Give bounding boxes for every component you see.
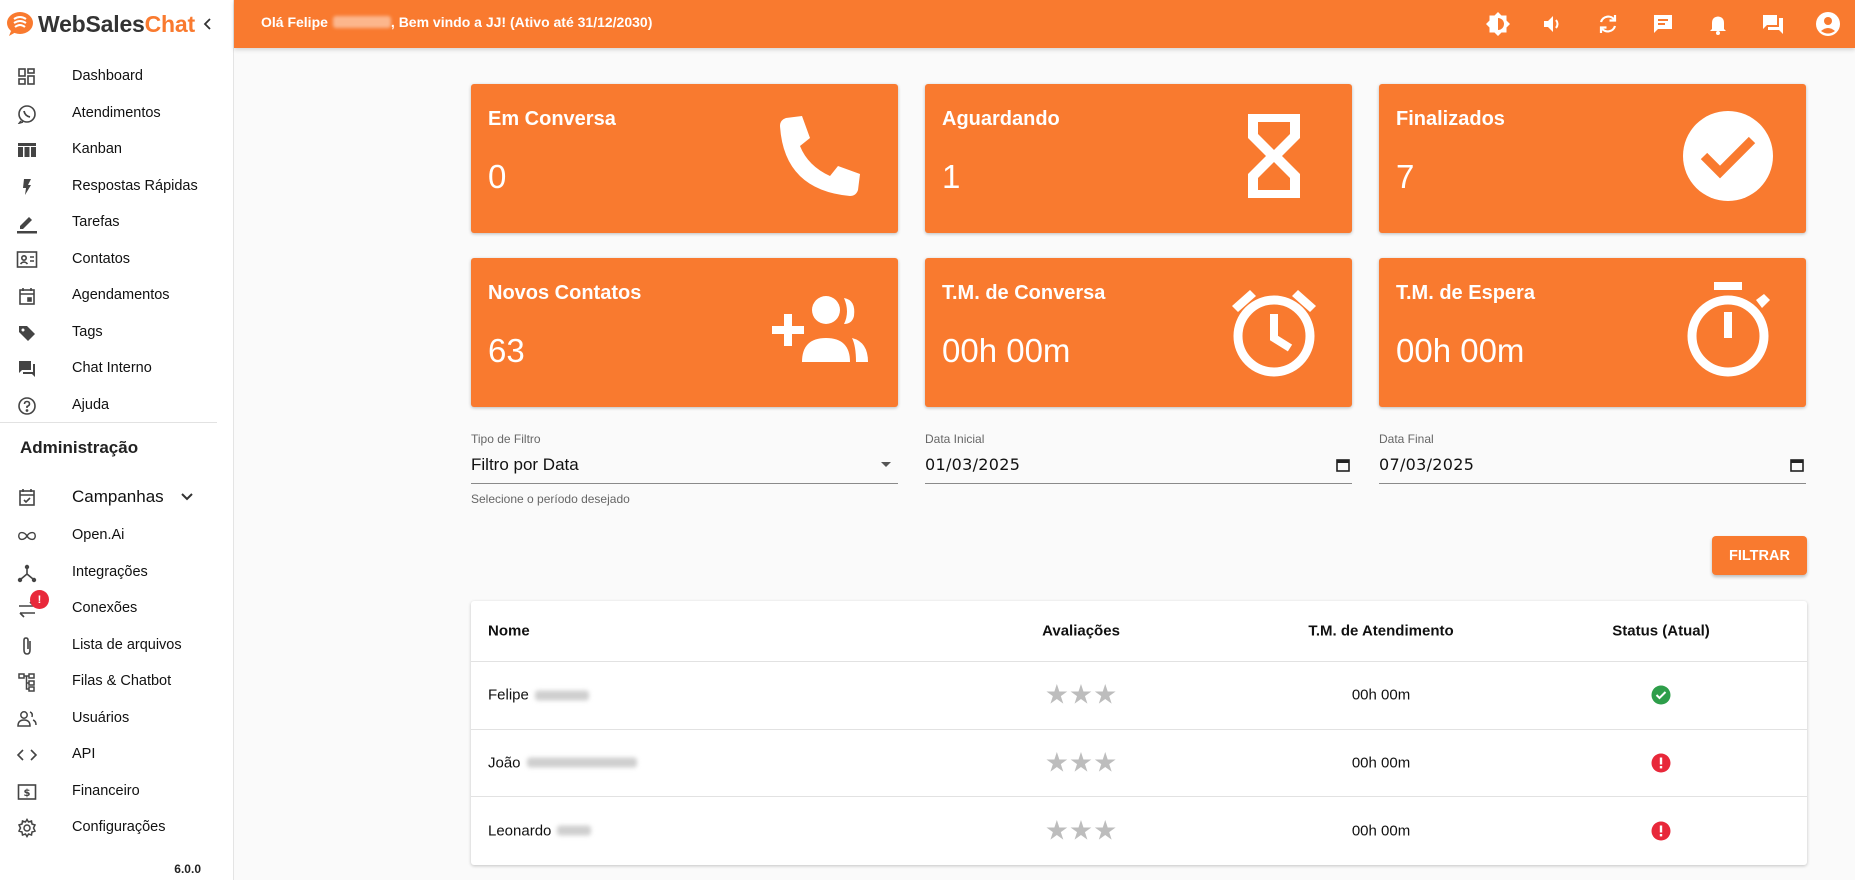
chat-icon[interactable] [1745,0,1800,48]
dropdown-arrow-icon [881,461,891,467]
collapse-sidebar-button[interactable] [196,12,220,36]
end-date-field[interactable]: Data Final 07/03/2025 [1379,432,1806,484]
menu-divider [0,422,217,423]
sidebar-item-tarefas[interactable]: Tarefas [0,204,217,241]
filter-type-value[interactable]: Filtro por Data [471,452,898,484]
sidebar: WebSalesChat Dashboard Atendimentos Kanb… [0,0,234,880]
sidebar-item-financeiro[interactable]: $ Financeiro [0,773,217,810]
top-bar: Olá Felipe , Bem vindo a JJ! (Ativo até … [234,0,1855,48]
sidebar-item-integracoes[interactable]: Integrações [0,554,217,591]
svg-text:$: $ [24,788,31,799]
logo-icon [6,11,34,37]
app-version: 6.0.0 [174,862,201,876]
bell-icon[interactable] [1690,0,1745,48]
admin-menu: Campanhas Open.Ai Integrações ! Conexões… [0,477,217,846]
timer-icon [1687,282,1770,377]
money-icon: $ [16,781,38,803]
infinity-icon [16,525,38,547]
account-icon[interactable] [1800,0,1855,48]
main-menu: Dashboard Atendimentos Kanban Respostas … [0,58,217,423]
sidebar-item-api[interactable]: API [0,736,217,773]
rating-stars: ★★★ [1044,747,1118,779]
check-circle-icon [1683,111,1773,201]
card-tm-conversa: T.M. de Conversa 00h 00m [925,258,1352,407]
sidebar-item-respostas-rapidas[interactable]: Respostas Rápidas [0,168,217,205]
event-check-icon [16,486,38,508]
card-aguardando: Aguardando 1 [925,84,1352,233]
redacted-surname [534,690,589,701]
help-icon [16,395,38,417]
rating-stars: ★★★ [1044,679,1118,711]
end-date-input[interactable]: 07/03/2025 [1379,452,1806,484]
sidebar-item-chat-interno[interactable]: Chat Interno [0,350,217,387]
contacts-icon [16,249,38,271]
table-row: Felipe ★★★ 00h 00m [471,662,1807,730]
attendants-table: Nome Avaliações T.M. de Atendimento Stat… [471,601,1807,865]
status-offline-icon [1561,821,1761,841]
table-row: João ★★★ 00h 00m [471,730,1807,797]
calendar-icon [16,285,38,307]
whatsapp-icon [16,103,38,125]
brand-name: WebSalesChat [38,10,195,37]
filter-button[interactable]: FILTRAR [1712,536,1807,575]
table-header: Nome Avaliações T.M. de Atendimento Stat… [471,601,1807,662]
sidebar-item-configuracoes[interactable]: Configurações [0,809,217,846]
sidebar-item-dashboard[interactable]: Dashboard [0,58,217,95]
redacted-surname [557,825,592,836]
rating-stars: ★★★ [1044,815,1118,847]
tree-icon [16,671,38,693]
brightness-icon[interactable] [1470,0,1525,48]
top-actions [1470,0,1855,48]
sidebar-item-campanhas[interactable]: Campanhas [0,477,217,517]
code-icon [16,744,38,766]
status-offline-icon [1561,753,1761,773]
sidebar-item-kanban[interactable]: Kanban [0,131,217,168]
refresh-icon[interactable] [1580,0,1635,48]
kanban-icon [16,139,38,161]
alarm-icon [1232,290,1316,377]
phone-icon [780,116,860,196]
sidebar-item-usuarios[interactable]: Usuários [0,700,217,737]
sidebar-item-ajuda[interactable]: Ajuda [0,387,217,424]
sidebar-item-tags[interactable]: Tags [0,314,217,351]
sidebar-item-lista-arquivos[interactable]: Lista de arquivos [0,627,217,664]
admin-section-title: Administração [20,438,139,457]
table-row: Leonardo ★★★ 00h 00m [471,797,1807,865]
redacted-surname [332,16,391,28]
message-icon[interactable] [1635,0,1690,48]
card-finalizados: Finalizados 7 [1379,84,1806,233]
filter-type-select[interactable]: Tipo de Filtro Filtro por Data Selecione… [471,432,898,506]
settings-icon [16,817,38,839]
sidebar-item-openai[interactable]: Open.Ai [0,517,217,554]
dashboard-icon [16,66,38,88]
hourglass-icon [1248,114,1300,198]
paperclip-icon [16,635,38,657]
chevron-left-icon [203,18,211,30]
notification-badge: ! [30,590,49,609]
sidebar-item-agendamentos[interactable]: Agendamentos [0,277,217,314]
redacted-surname [526,757,637,768]
flash-icon [16,176,38,198]
volume-icon[interactable] [1525,0,1580,48]
sidebar-item-filas-chatbot[interactable]: Filas & Chatbot [0,663,217,700]
group-add-icon [772,296,868,362]
sidebar-item-contatos[interactable]: Contatos [0,241,217,278]
card-em-conversa: Em Conversa 0 [471,84,898,233]
card-novos-contatos: Novos Contatos 63 [471,258,898,407]
chat-icon [16,358,38,380]
sidebar-item-conexoes[interactable]: ! Conexões [0,590,217,627]
sidebar-item-atendimentos[interactable]: Atendimentos [0,95,217,132]
calendar-icon [1336,458,1350,472]
pencil-icon [16,212,38,234]
card-tm-espera: T.M. de Espera 00h 00m [1379,258,1806,407]
start-date-field[interactable]: Data Inicial 01/03/2025 [925,432,1352,484]
hub-icon [16,562,38,584]
status-online-icon [1561,685,1761,705]
start-date-input[interactable]: 01/03/2025 [925,452,1352,484]
users-icon [16,708,38,730]
greeting-text: Olá Felipe , Bem vindo a JJ! (Ativo até … [261,14,653,30]
calendar-icon [1790,458,1804,472]
tag-icon [16,322,38,344]
chevron-down-icon [180,490,194,509]
